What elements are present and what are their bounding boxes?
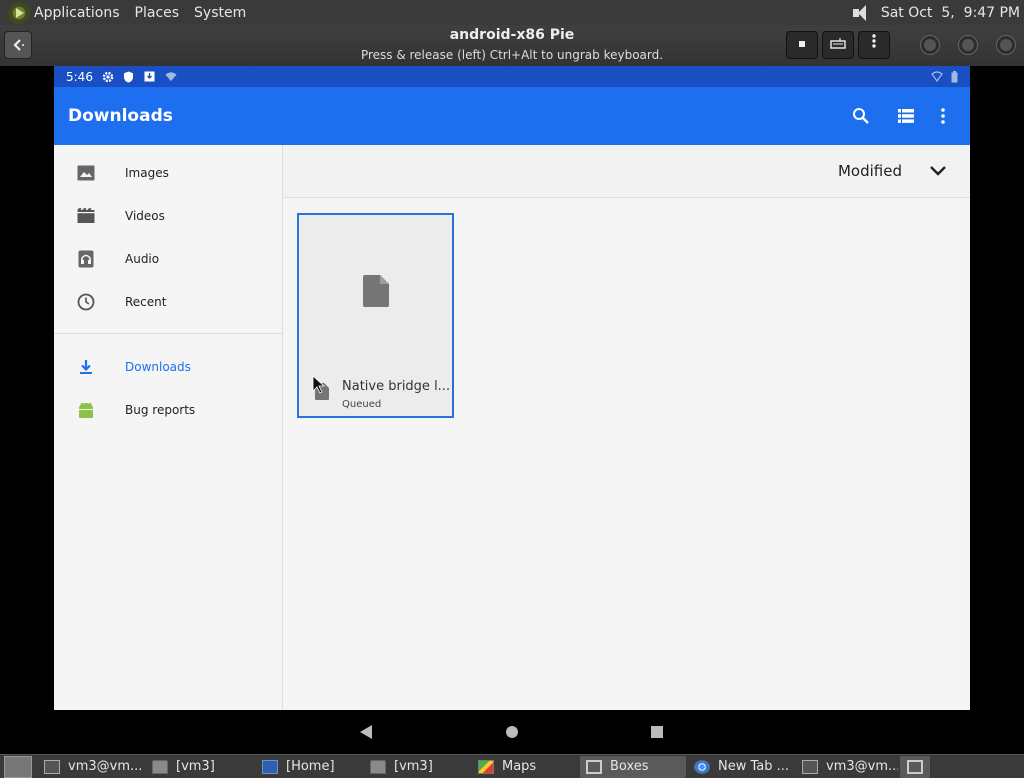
stop-icon (799, 41, 805, 47)
search-button[interactable] (849, 104, 873, 128)
list-view-button[interactable] (894, 104, 918, 128)
battery-icon (951, 70, 958, 82)
file-thumbnail-icon (363, 275, 389, 307)
boxes-header-bar: android-x86 Pie Press & release (left) C… (0, 25, 1024, 66)
file-status: Queued (342, 399, 382, 410)
app-bar-title: Downloads (68, 106, 173, 126)
show-desktop-icon[interactable] (4, 755, 32, 778)
more-vert-icon (941, 108, 945, 124)
taskbar-item-label: Boxes (610, 759, 649, 774)
panel-menu-bar: Applications Places System (0, 0, 261, 25)
taskbar-item-browser[interactable]: New Tab ... (688, 756, 794, 778)
drawer-item-label: Images (125, 166, 169, 180)
nav-back-icon[interactable] (359, 725, 373, 739)
roots-drawer: Images Videos Audio Recent Downloads Bug… (54, 145, 283, 710)
panel-clock[interactable]: Sat Oct 5, 9:47 PM (881, 5, 1020, 21)
drawer-item-audio[interactable]: Audio (54, 239, 282, 279)
folder-icon (152, 759, 168, 774)
nav-recents-icon[interactable] (650, 725, 664, 739)
taskbar-item-label: [vm3] (394, 759, 433, 774)
terminal-icon (802, 759, 818, 774)
maximize-button[interactable] (959, 36, 977, 54)
wifi-icon (165, 71, 177, 83)
settings-gear-icon (102, 71, 114, 83)
taskbar-item-label: [vm3] (176, 759, 215, 774)
signal-icon (931, 71, 943, 82)
folder-icon (370, 759, 386, 774)
keyboard-button[interactable] (822, 31, 854, 59)
clock-icon (76, 292, 96, 312)
volume-icon[interactable] (851, 3, 871, 23)
drawer-item-downloads[interactable]: Downloads (54, 347, 282, 387)
document-icon (262, 759, 278, 774)
taskbar-item-label: Maps (502, 759, 537, 774)
system-menu[interactable]: System (194, 5, 246, 21)
taskbar-item-label: New Tab ... (718, 759, 790, 774)
taskbar-item-folder[interactable]: [vm3] (146, 756, 254, 778)
places-menu[interactable]: Places (135, 5, 180, 21)
file-name: Native bridge l... (342, 379, 450, 394)
more-options-button[interactable] (858, 31, 890, 59)
status-time: 5:46 (66, 69, 93, 84)
drawer-item-videos[interactable]: Videos (54, 196, 282, 236)
file-card[interactable]: Native bridge l... Queued (297, 213, 454, 418)
nav-home-icon[interactable] (505, 725, 519, 739)
kebab-menu-icon (872, 34, 876, 48)
chevron-down-icon[interactable] (928, 161, 948, 181)
taskbar-item-label: vm3@vm... (826, 759, 898, 774)
panel-right: Sat Oct 5, 9:47 PM (851, 3, 1020, 23)
sort-bar: Modified (283, 145, 970, 198)
drawer-item-images[interactable]: Images (54, 153, 282, 193)
keyboard-icon (830, 38, 846, 49)
download-icon (76, 357, 96, 377)
chrome-icon (694, 759, 710, 774)
drawer-item-label: Recent (125, 295, 167, 309)
drawer-item-label: Downloads (125, 360, 191, 374)
terminal-icon (44, 759, 60, 774)
shield-icon (123, 71, 135, 83)
audio-icon (76, 249, 96, 269)
distro-logo-icon[interactable] (8, 1, 30, 24)
minimize-button[interactable] (921, 36, 939, 54)
taskbar-item-label: [Home] (286, 759, 335, 774)
drawer-item-label: Audio (125, 252, 160, 266)
workspace-icon (907, 759, 923, 774)
taskbar-item-folder[interactable]: [vm3] (364, 756, 470, 778)
workspace-switcher[interactable] (900, 755, 930, 778)
drawer-item-recent[interactable]: Recent (54, 282, 282, 322)
list-view-icon (898, 109, 914, 123)
bottom-taskbar: vm3@vm... [vm3] [Home] [vm3] Maps Boxes … (0, 754, 1024, 778)
drawer-item-label: Videos (125, 209, 165, 223)
drawer-item-bug-reports[interactable]: Bug reports (54, 390, 282, 430)
status-right (931, 70, 958, 83)
taskbar-item-home[interactable]: [Home] (256, 756, 362, 778)
send-key-button[interactable] (786, 31, 818, 59)
taskbar-item-boxes[interactable]: Boxes (580, 755, 686, 778)
download-notification-icon (144, 71, 156, 83)
app-bar: Downloads (54, 87, 970, 145)
android-icon (76, 400, 96, 420)
taskbar-item-terminal[interactable]: vm3@vm... (38, 756, 144, 778)
boxes-icon (586, 759, 602, 774)
image-icon (76, 163, 96, 183)
drawer-item-label: Bug reports (125, 403, 196, 417)
top-panel: Applications Places System Sat Oct 5, 9:… (0, 0, 1024, 25)
android-screen[interactable]: 5:46 Downloads Images Videos Audio Recen… (54, 66, 970, 710)
mouse-pointer-icon (312, 375, 326, 394)
taskbar-item-terminal[interactable]: vm3@vm... (796, 756, 898, 778)
video-icon (76, 206, 96, 226)
maps-icon (478, 759, 494, 774)
drawer-divider (54, 333, 282, 334)
close-button[interactable] (997, 36, 1015, 54)
search-icon (853, 108, 869, 124)
downloads-content: Modified Native bridge l... Queued (283, 145, 970, 710)
applications-menu[interactable]: Applications (34, 5, 120, 21)
taskbar-item-maps[interactable]: Maps (472, 756, 578, 778)
sort-dropdown-label[interactable]: Modified (838, 162, 902, 180)
taskbar-item-label: vm3@vm... (68, 759, 143, 774)
android-nav-bar (0, 710, 1024, 754)
android-status-bar: 5:46 (54, 66, 970, 87)
overflow-menu-button[interactable] (931, 104, 955, 128)
